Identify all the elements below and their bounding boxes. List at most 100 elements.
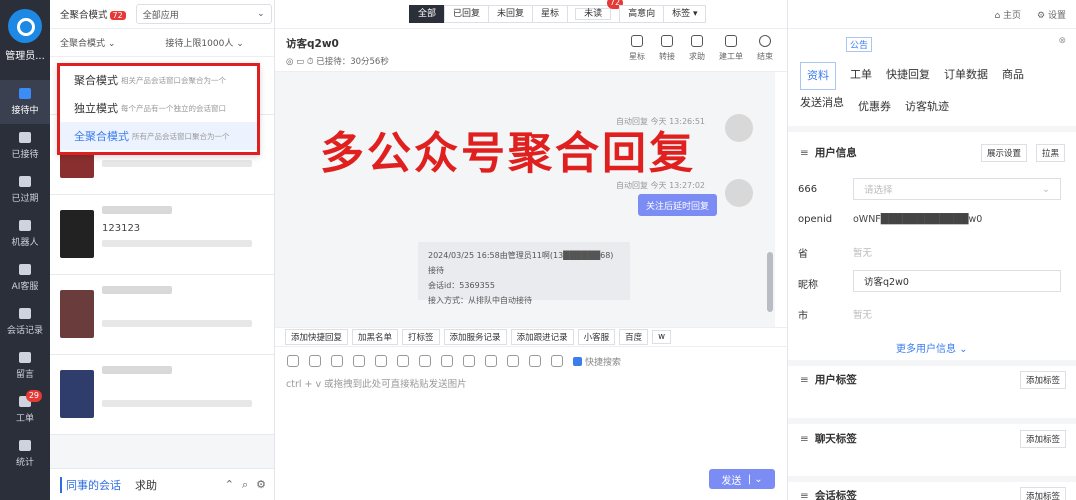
tab-coupons[interactable]: 优惠券 bbox=[858, 94, 891, 122]
filter-unreplied[interactable]: 未回复 bbox=[488, 5, 534, 23]
mode-filter-bar: 全聚合模式 ⌄ 接待上限1000人 ⌄ bbox=[50, 29, 274, 57]
help-button[interactable]: 求助 bbox=[689, 35, 705, 62]
display-settings-button[interactable]: 展示设置 bbox=[981, 144, 1028, 162]
microphone-icon[interactable] bbox=[551, 355, 563, 367]
search-icon[interactable]: ⌕ bbox=[242, 478, 248, 492]
gear-icon[interactable]: ⚙ bbox=[256, 478, 266, 492]
add-followup-button[interactable]: 添加跟进记录 bbox=[510, 329, 574, 345]
transfer-icon bbox=[661, 35, 673, 47]
message-input[interactable]: ctrl + v 或拖拽到此处可直接粘贴发送图片 bbox=[286, 376, 467, 390]
home-link[interactable]: ⌂ 主页 bbox=[994, 8, 1021, 21]
option-aggregate-mode[interactable]: 聚合模式 相关产品会话窗口会聚合为一个 bbox=[60, 66, 257, 94]
star-button[interactable]: 星标 bbox=[629, 35, 645, 62]
tab-profile[interactable]: 资料 bbox=[800, 62, 836, 90]
nav-item-expired[interactable]: 已过期 bbox=[0, 168, 50, 212]
nickname-input[interactable]: 访客q2w0 bbox=[853, 270, 1061, 292]
tab-quick-reply[interactable]: 快捷回复 bbox=[886, 62, 930, 90]
tab-help[interactable]: 求助 bbox=[135, 477, 157, 493]
mode-label: 全聚合模式 72 bbox=[60, 7, 126, 21]
more-quick-button[interactable]: w bbox=[652, 330, 672, 344]
clock-icon[interactable] bbox=[309, 355, 321, 367]
nav-item-robot[interactable]: 机器人 bbox=[0, 212, 50, 256]
avatar bbox=[60, 210, 94, 258]
list-item-name bbox=[102, 206, 172, 214]
close-icon[interactable]: ⊗ bbox=[1058, 36, 1066, 46]
limit-select[interactable]: 接待上限1000人 ⌄ bbox=[165, 36, 243, 49]
field-666-select[interactable]: 请选择 ⌄ bbox=[853, 178, 1061, 200]
option-full-aggregate-mode[interactable]: 全聚合模式 所有产品会话窗口聚合为一个 bbox=[60, 122, 257, 150]
scissors-icon[interactable] bbox=[353, 355, 365, 367]
link-icon[interactable] bbox=[397, 355, 409, 367]
filter-starred[interactable]: 星标 bbox=[532, 5, 569, 23]
add-service-record-button[interactable]: 添加服务记录 bbox=[443, 329, 507, 345]
end-button[interactable]: 结束 bbox=[757, 35, 773, 62]
mode-label-text: 全聚合模式 bbox=[60, 10, 108, 21]
add-quick-reply-button[interactable]: 添加快捷回复 bbox=[285, 329, 349, 345]
upload-icon[interactable] bbox=[441, 355, 453, 367]
add-chat-tag-button[interactable]: 添加标签 bbox=[1020, 430, 1067, 448]
nav-item-receiving[interactable]: 接待中 bbox=[0, 80, 50, 124]
quick-search-toggle[interactable]: 快捷搜索 bbox=[573, 355, 621, 368]
filter-unread[interactable]: 未读 72 bbox=[567, 0, 624, 23]
tab-visitor-track[interactable]: 访客轨迹 bbox=[905, 94, 949, 122]
list-item[interactable] bbox=[50, 355, 274, 435]
inbox-icon[interactable] bbox=[463, 355, 475, 367]
scrollbar[interactable] bbox=[767, 252, 773, 312]
tab-order-data[interactable]: 订单数据 bbox=[944, 62, 988, 90]
block-button[interactable]: 拉黑 bbox=[1036, 144, 1066, 162]
video-icon[interactable] bbox=[507, 355, 519, 367]
blacklist-button[interactable]: 加黑名单 bbox=[352, 329, 399, 345]
mini-service-button[interactable]: 小客服 bbox=[577, 329, 616, 345]
tab-colleague-sessions[interactable]: 同事的会话 bbox=[60, 476, 121, 493]
coupon-icon[interactable] bbox=[485, 355, 497, 367]
nav-label: AI客服 bbox=[11, 282, 39, 292]
image-icon[interactable] bbox=[287, 355, 299, 367]
folder-icon[interactable] bbox=[419, 355, 431, 367]
file-icon[interactable] bbox=[529, 355, 541, 367]
add-conversation-tag-button[interactable]: 添加标签 bbox=[1020, 487, 1067, 500]
list-item[interactable]: 123123 bbox=[50, 195, 274, 275]
filter-tags[interactable]: 标签 ▾ bbox=[663, 5, 707, 23]
filter-all[interactable]: 全部 bbox=[409, 5, 446, 23]
filter-replied[interactable]: 已回复 bbox=[444, 5, 490, 23]
nav-item-ticket[interactable]: 29 工单 bbox=[0, 388, 50, 432]
baidu-button[interactable]: 百度 bbox=[619, 329, 649, 345]
nav-item-stats[interactable]: 统计 bbox=[0, 432, 50, 476]
option-desc: 所有产品会话窗口聚合为一个 bbox=[132, 131, 230, 141]
nav-item-ai-service[interactable]: AI客服 bbox=[0, 256, 50, 300]
option-independent-mode[interactable]: 独立模式 每个产品有一个独立的会话窗口 bbox=[60, 94, 257, 122]
chat-bubble-icon[interactable] bbox=[375, 355, 387, 367]
transfer-button[interactable]: 转接 bbox=[659, 35, 675, 62]
option-desc: 相关产品会话窗口会聚合为一个 bbox=[121, 75, 226, 85]
notice-badge[interactable]: 公告 bbox=[846, 37, 873, 52]
field-label: 666 bbox=[798, 184, 818, 195]
list-item[interactable] bbox=[50, 275, 274, 355]
divider bbox=[788, 126, 1076, 132]
tag-button[interactable]: 打标签 bbox=[402, 329, 440, 345]
tab-send-message[interactable]: 发送消息 bbox=[800, 90, 844, 118]
nav-item-history[interactable]: 会话记录 bbox=[0, 300, 50, 344]
nav-item-received[interactable]: 已接待 bbox=[0, 124, 50, 168]
tab-ticket[interactable]: 工单 bbox=[850, 62, 872, 90]
filter-high-intent[interactable]: 高意向 bbox=[619, 5, 665, 23]
field-label: openid bbox=[798, 214, 833, 225]
create-ticket-button[interactable]: 建工单 bbox=[719, 35, 743, 62]
more-user-info-link[interactable]: 更多用户信息 ⌄ bbox=[896, 340, 968, 355]
user-tags-title: 用户标签 bbox=[800, 372, 857, 387]
nav-item-message[interactable]: 留言 bbox=[0, 344, 50, 388]
emoji-icon[interactable] bbox=[331, 355, 343, 367]
message-icon bbox=[19, 352, 31, 363]
chat-tags-title: 聊天标签 bbox=[800, 431, 857, 446]
message-area: 自动回复 今天 13:26:51 多公众号聚合回复 自动回复 今天 13:27:… bbox=[275, 72, 775, 327]
field-value: 请选择 bbox=[864, 185, 893, 196]
robot-icon bbox=[19, 220, 31, 231]
settings-link[interactable]: ⚙ 设置 bbox=[1037, 8, 1066, 21]
add-user-tag-button[interactable]: 添加标签 bbox=[1020, 371, 1067, 389]
tab-products[interactable]: 商品 bbox=[1002, 62, 1024, 90]
chevron-up-icon[interactable]: ⌃ bbox=[225, 478, 234, 492]
send-button[interactable]: 发送 | ⌄ bbox=[709, 469, 775, 489]
app-select[interactable]: 全部应用 ⌄ bbox=[135, 4, 272, 24]
visitor-title: 访客q2w0 bbox=[286, 38, 339, 50]
list-item-name bbox=[102, 366, 172, 374]
mode-select[interactable]: 全聚合模式 ⌄ bbox=[60, 36, 115, 49]
